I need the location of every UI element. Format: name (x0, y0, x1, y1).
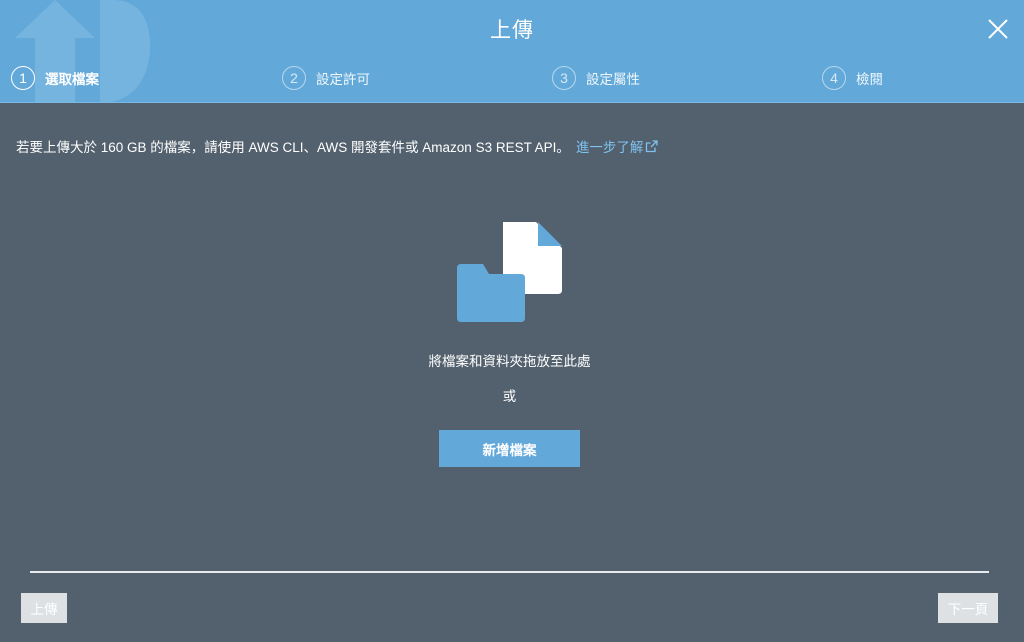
next-button[interactable]: 下一頁 (938, 593, 998, 623)
step-number: 2 (282, 66, 306, 90)
step-set-properties[interactable]: 3 設定屬性 (552, 63, 640, 93)
drop-instruction: 將檔案和資料夾拖放至此處 (428, 354, 591, 369)
folder-and-file-icon (457, 222, 562, 322)
upload-button[interactable]: 上傳 (21, 593, 67, 623)
wizard-steps: 1 選取檔案 2 設定許可 3 設定屬性 4 檢閱 (0, 63, 1024, 93)
step-number: 3 (552, 66, 576, 90)
close-icon (988, 19, 1008, 39)
add-files-button[interactable]: 新增檔案 (439, 430, 580, 467)
step-label: 檢閱 (856, 72, 883, 87)
step-number: 1 (11, 66, 35, 90)
step-label: 設定屬性 (586, 72, 640, 87)
notice-text: 若要上傳大於 160 GB 的檔案，請使用 AWS CLI、AWS 開發套件或 … (16, 140, 570, 155)
step-number: 4 (822, 66, 846, 90)
external-link-icon (646, 140, 659, 153)
step-set-permissions[interactable]: 2 設定許可 (282, 63, 370, 93)
large-file-notice: 若要上傳大於 160 GB 的檔案，請使用 AWS CLI、AWS 開發套件或 … (16, 136, 659, 156)
modal-header: 上傳 1 選取檔案 2 設定許可 3 設定屬性 4 檢閱 (0, 0, 1024, 103)
step-label: 設定許可 (316, 72, 370, 87)
learn-more-label: 進一步了解 (575, 140, 644, 155)
step-select-files[interactable]: 1 選取檔案 (11, 63, 99, 93)
footer-divider (30, 571, 989, 573)
modal-title: 上傳 (490, 19, 534, 42)
learn-more-link[interactable]: 進一步了解 (576, 140, 659, 155)
step-label: 選取檔案 (45, 72, 99, 87)
close-button[interactable] (986, 17, 1010, 41)
or-separator: 或 (502, 389, 517, 404)
step-review[interactable]: 4 檢閱 (822, 63, 883, 93)
